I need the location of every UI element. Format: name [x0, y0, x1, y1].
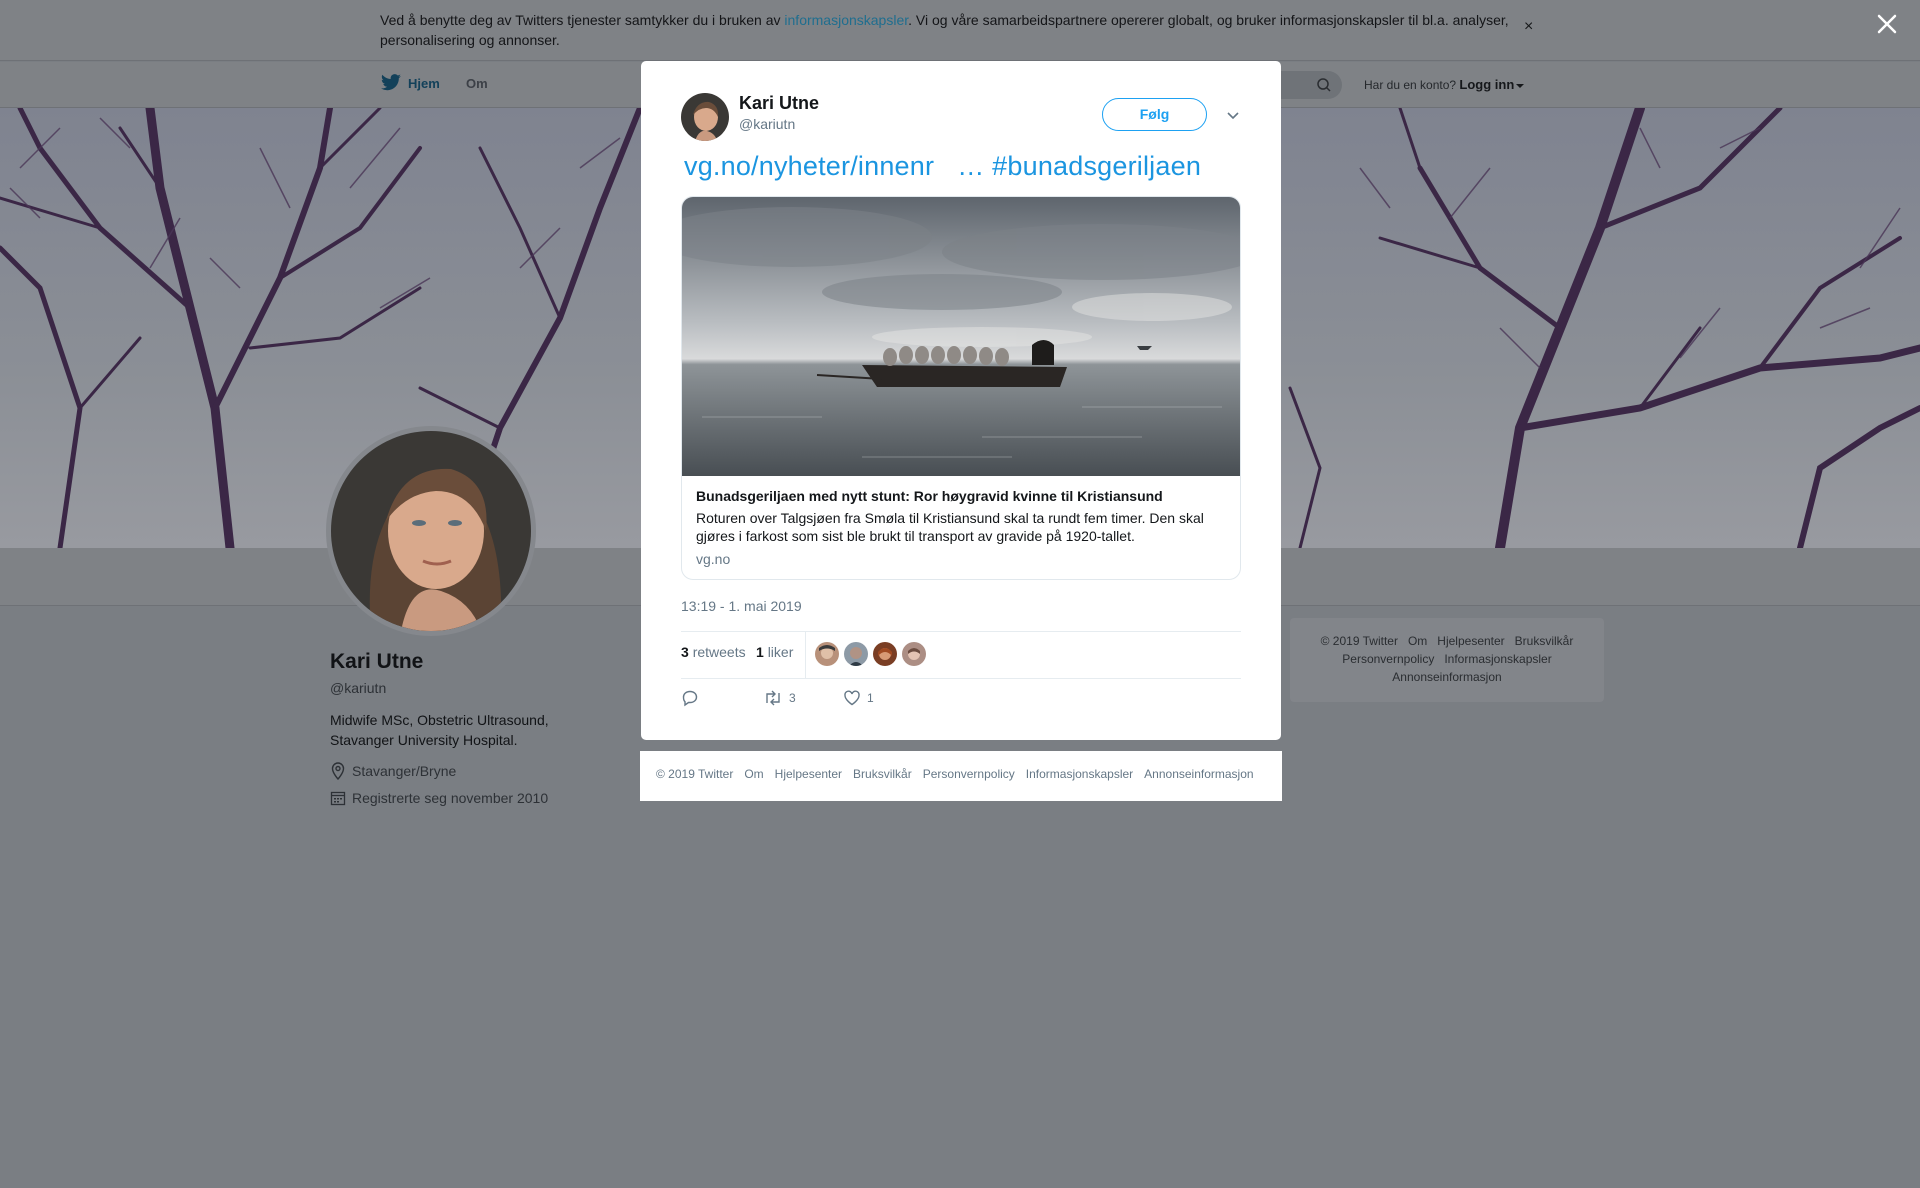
- location-pin-icon: [331, 762, 345, 780]
- card-domain: vg.no: [696, 551, 731, 567]
- avatar[interactable]: [873, 642, 897, 666]
- tweet-modal: Kari Utne @kariutn Følg vg.no/nyheter/in…: [641, 61, 1281, 740]
- profile-name[interactable]: Kari Utne: [330, 650, 423, 674]
- close-icon: [1877, 14, 1897, 34]
- cookie-text-before: Ved å benytte deg av Twitters tjenester …: [380, 12, 785, 28]
- avatar[interactable]: [815, 642, 839, 666]
- footer-link-cookies[interactable]: Informasjonskapsler: [1444, 652, 1551, 666]
- modal-footer-help[interactable]: Hjelpesenter: [775, 767, 842, 781]
- profile-location: Stavanger/Bryne: [330, 762, 456, 780]
- tweet-author-name[interactable]: Kari Utne: [739, 93, 819, 114]
- calendar-icon: [330, 791, 346, 806]
- cookie-close-button[interactable]: ×: [1524, 18, 1533, 36]
- chevron-down-icon: [1227, 112, 1239, 120]
- retweet-button[interactable]: 3: [763, 689, 796, 707]
- like-action-count: 1: [867, 691, 874, 705]
- card-title: Bunadsgeriljaen med nytt stunt: Ror høyg…: [696, 488, 1163, 504]
- card-image: [682, 197, 1240, 476]
- login-link[interactable]: Logg inn: [1459, 77, 1514, 92]
- like-count-value: 1: [756, 644, 764, 660]
- profile-bio: Midwife MSc, Obstetric Ultrasound, Stava…: [330, 712, 549, 748]
- close-modal-button[interactable]: [1875, 12, 1899, 36]
- cookie-text: Ved å benytte deg av Twitters tjenester …: [380, 10, 1520, 50]
- more-options-button[interactable]: [1226, 107, 1240, 125]
- modal-footer-about[interactable]: Om: [744, 767, 763, 781]
- footer-link-privacy[interactable]: Personvernpolicy: [1342, 652, 1434, 666]
- retweet-action-count: 3: [789, 691, 796, 705]
- profile-joined-text: Registrerte seg november 2010: [352, 790, 549, 806]
- nav-home-label: Hjem: [408, 75, 440, 91]
- reply-icon: [682, 690, 698, 707]
- like-count[interactable]: 1 liker: [756, 644, 793, 660]
- cookie-link[interactable]: informasjonskapsler: [784, 12, 908, 28]
- footer-link-about[interactable]: Om: [1408, 634, 1427, 648]
- tweet-text[interactable]: vg.no/nyheter/innenr … #bunadsgeriljaen: [684, 151, 1201, 182]
- modal-footer-copyright: © 2019 Twitter: [656, 767, 734, 781]
- tweet-author-avatar[interactable]: [681, 93, 729, 141]
- nav-about[interactable]: Om: [466, 76, 488, 91]
- tweet-timestamp[interactable]: 13:19 - 1. mai 2019: [681, 598, 802, 614]
- link-card[interactable]: Bunadsgeriljaen med nytt stunt: Ror høyg…: [681, 196, 1241, 580]
- chevron-down-icon: [1516, 83, 1525, 88]
- footer-copyright: © 2019 Twitter: [1320, 634, 1398, 648]
- twitter-bird-icon: [381, 74, 401, 91]
- modal-footer: © 2019 Twitter Om Hjelpesenter Bruksvilkår P…: [640, 751, 1282, 801]
- footer-link-help[interactable]: Hjelpesenter: [1437, 634, 1504, 648]
- sidebar-footer: © 2019 Twitter Om Hjelpesenter Bruksvilkår …: [1290, 618, 1604, 702]
- tweet-author-handle[interactable]: @kariutn: [739, 116, 795, 132]
- profile-joined: Registrerte seg november 2010: [330, 790, 548, 806]
- retweet-count[interactable]: 3 retweets: [681, 644, 746, 660]
- retweet-icon: [766, 690, 780, 706]
- modal-footer-ads[interactable]: Annonseinformasjon: [1144, 767, 1253, 781]
- follow-button[interactable]: Følg: [1102, 98, 1207, 131]
- like-count-label: liker: [767, 644, 794, 660]
- stats-divider: [805, 632, 806, 678]
- modal-footer-privacy[interactable]: Personvernpolicy: [923, 767, 1015, 781]
- footer-link-terms[interactable]: Bruksvilkår: [1515, 634, 1574, 648]
- retweet-count-label: retweets: [692, 644, 746, 660]
- modal-footer-cookies[interactable]: Informasjonskapsler: [1026, 767, 1133, 781]
- nav-home[interactable]: Hjem: [380, 74, 440, 92]
- retweet-count-value: 3: [681, 644, 689, 660]
- heart-icon: [844, 690, 860, 706]
- tweet-actions: 3 1: [681, 689, 1241, 719]
- cookie-banner: Ved å benytte deg av Twitters tjenester …: [0, 0, 1920, 61]
- like-button[interactable]: 1: [843, 689, 874, 707]
- reply-button[interactable]: [681, 689, 699, 707]
- avatar[interactable]: [844, 642, 868, 666]
- profile-avatar[interactable]: [326, 426, 536, 636]
- tweet-stats: 3 retweets 1 liker: [681, 631, 1241, 679]
- modal-footer-terms[interactable]: Bruksvilkår: [853, 767, 912, 781]
- avatar[interactable]: [902, 642, 926, 666]
- card-description: Roturen over Talgsjøen fra Smøla til Kri…: [696, 510, 1204, 544]
- profile-location-text: Stavanger/Bryne: [352, 763, 457, 779]
- footer-link-ads[interactable]: Annonseinformasjon: [1392, 670, 1501, 684]
- likers-avatars: [815, 642, 926, 666]
- search-icon: [1317, 78, 1331, 92]
- login-question: Har du en konto?: [1364, 78, 1457, 92]
- login-area: Har du en konto? Logg inn: [1364, 77, 1525, 92]
- profile-handle[interactable]: @kariutn: [330, 680, 386, 696]
